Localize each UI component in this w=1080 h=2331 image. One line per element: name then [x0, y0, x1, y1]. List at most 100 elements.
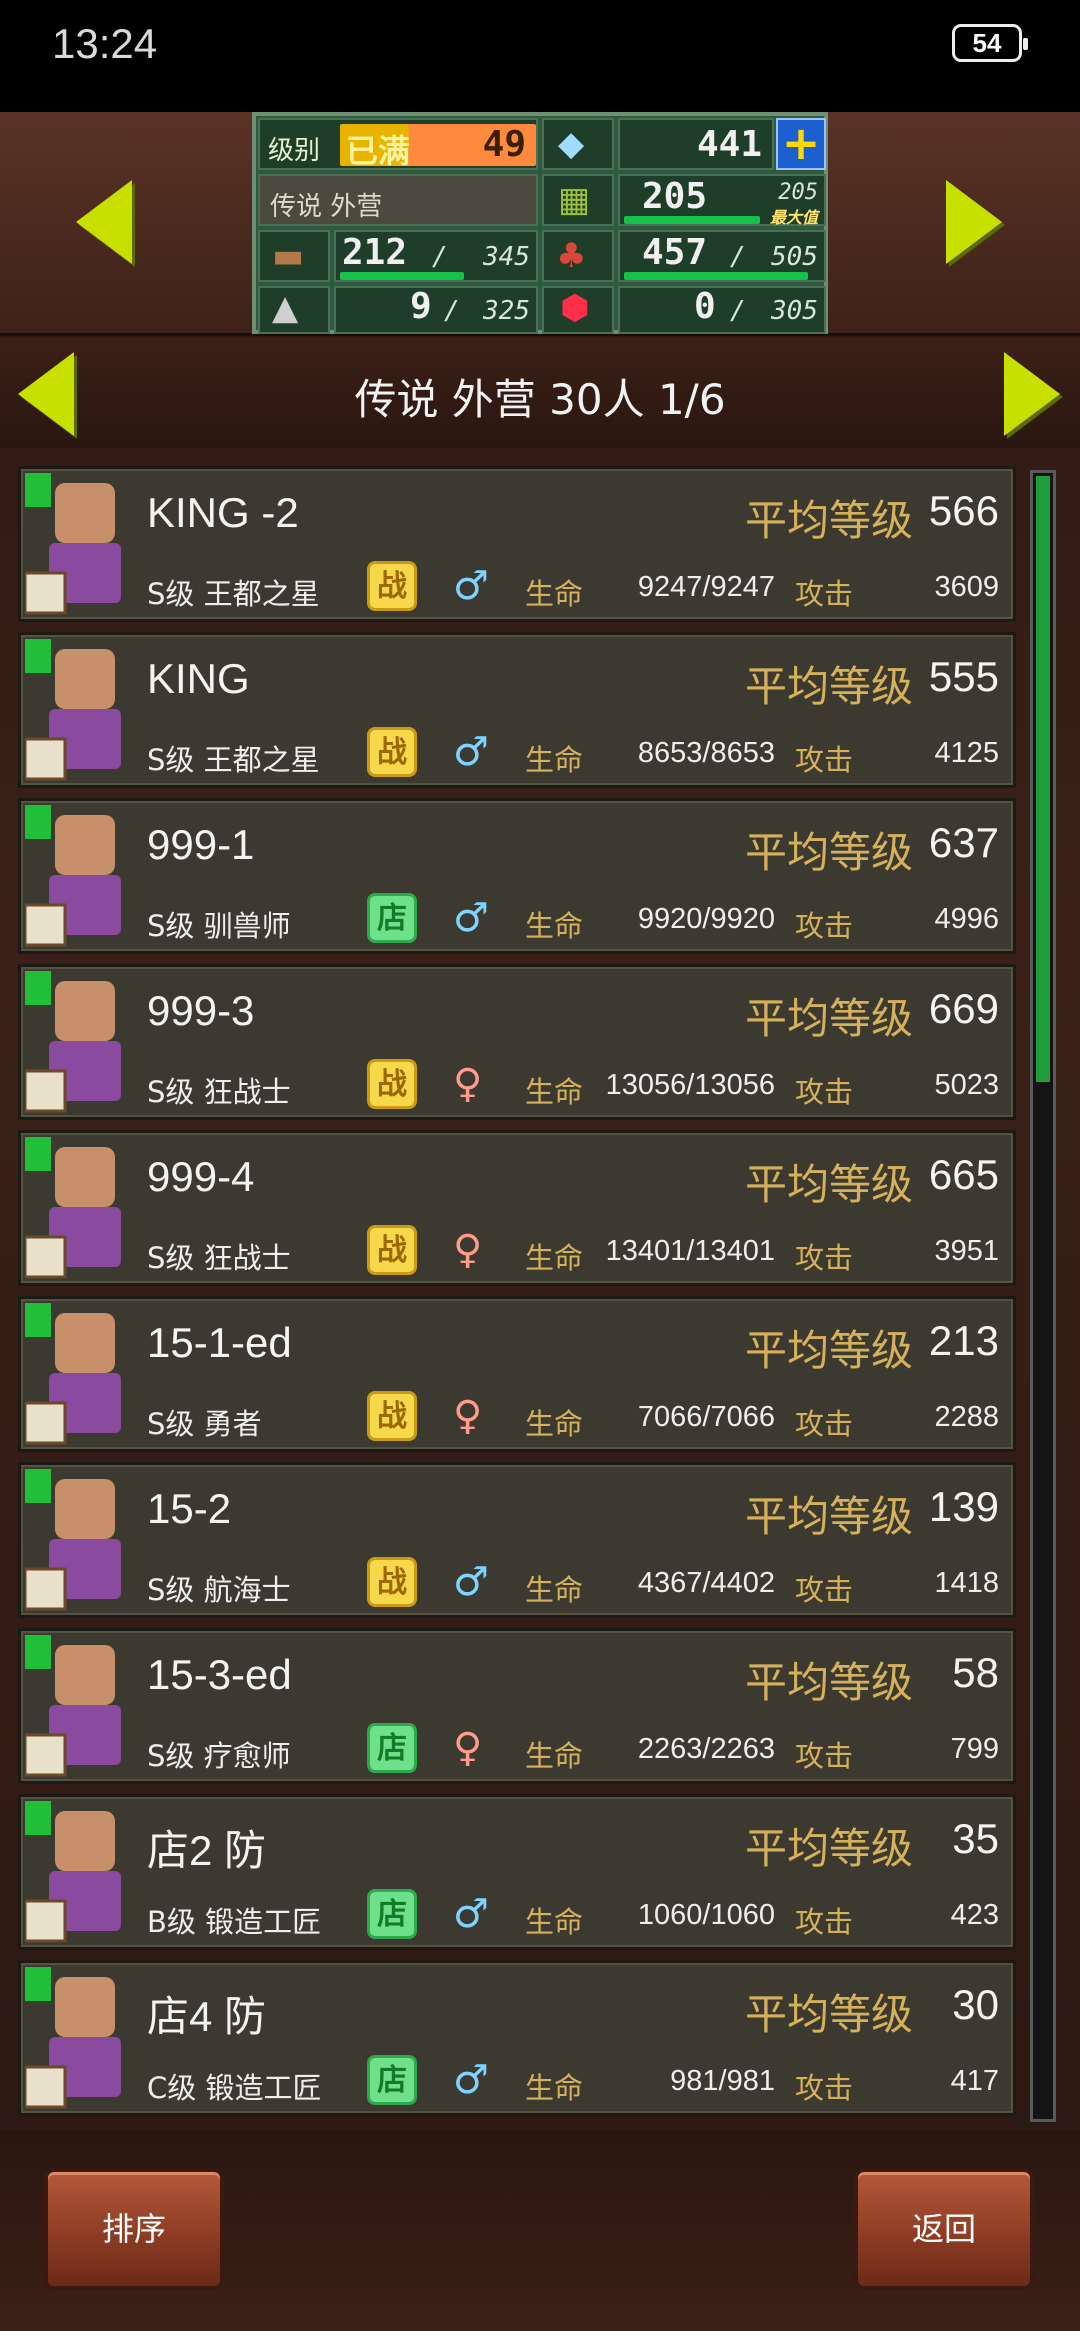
character-name: 999-3 — [147, 987, 255, 1034]
character-list[interactable]: KING -2 平均等级 566 S级 王都之星战 ♂ 生命 9247/9247 攻击 3609… — [18, 466, 1016, 2126]
avg-level-label: 平均等级 — [744, 828, 913, 877]
character-name: 店2 防 — [147, 1827, 267, 1874]
character-class: S级 狂战士 — [147, 1075, 291, 1109]
food-slash: / — [730, 242, 746, 272]
character-avatar-icon — [23, 473, 145, 619]
character-row[interactable]: 999-3 平均等级 669 S级 狂战士 战 ♀ 生命 13056/13056 攻击 5023 — [18, 964, 1016, 1120]
list-header: 传说 外营 30人 1/6 — [0, 338, 1080, 448]
grass-icon-cell: ▦ — [542, 174, 614, 226]
female-icon: ♀ — [453, 1227, 483, 1273]
hp-value: 9247/9247 — [637, 571, 775, 603]
role-badge: 店 — [367, 893, 417, 943]
attack-label: 攻击 — [795, 1407, 854, 1441]
avg-level-value: 213 — [928, 1317, 999, 1364]
avg-level-value: 566 — [928, 487, 999, 534]
wood-cell: 212 / 345 — [334, 230, 538, 282]
character-class: S级 疗愈师 — [147, 1739, 291, 1773]
ruby-icon: ⬢ — [560, 288, 590, 328]
character-name: 15-1-ed — [147, 1319, 292, 1366]
attack-value: 4996 — [934, 903, 999, 935]
attack-value: 2288 — [934, 1401, 999, 1433]
character-row[interactable]: 15-3-ed 平均等级 58 S级 疗愈师 店 ♀ 生命 2263/2263 攻击 799 — [18, 1628, 1016, 1784]
ore-max: 325 — [483, 296, 530, 326]
hp-value: 8653/8653 — [637, 737, 775, 769]
hp-label: 生命 — [525, 1905, 584, 1939]
avg-level-value: 35 — [952, 1815, 999, 1862]
next-list-arrow-icon[interactable] — [1004, 352, 1060, 436]
character-row[interactable]: 15-1-ed 平均等级 213 S级 勇者 战 ♀ 生命 7066/7066 攻击 2288 — [18, 1296, 1016, 1452]
attack-label: 攻击 — [795, 1739, 854, 1773]
grass-cell: 205 205 最大值 — [618, 174, 826, 227]
attack-value: 799 — [950, 1733, 999, 1765]
wood-bar — [340, 272, 464, 280]
wood-icon-cell: ▬ — [258, 230, 330, 282]
attack-label: 攻击 — [795, 2071, 854, 2105]
character-row[interactable]: KING 平均等级 555 S级 王都之星 战 ♂ 生命 8653/8653 攻击 4125 — [18, 632, 1016, 788]
avg-level-value: 139 — [928, 1483, 999, 1530]
character-row[interactable]: 999-4 平均等级 665 S级 狂战士 战 ♀ 生命 13401/13401 攻击 3951 — [18, 1130, 1016, 1286]
avg-level-value: 555 — [928, 653, 999, 700]
character-class: B级 锻造工匠 — [147, 1905, 322, 1939]
character-row[interactable]: 店4 防 平均等级 30 C级 锻造工匠 店 ♂ 生命 981/981 攻击 417 — [18, 1960, 1016, 2116]
food-value: 457 — [642, 232, 708, 273]
role-badge: 战 — [367, 1225, 417, 1275]
hp-value: 4367/4402 — [637, 1567, 775, 1599]
hp-label: 生命 — [525, 909, 584, 943]
scrollbar[interactable] — [1030, 470, 1056, 2122]
rank-cell: 级别 已满 49 — [258, 118, 538, 170]
role-badge: 战 — [367, 727, 417, 777]
avg-level-label: 平均等级 — [744, 1990, 913, 2039]
prev-page-arrow-icon[interactable] — [76, 180, 132, 264]
game-screen: 13:24 54 级别 已满 49 ◆ 441 + 传说 外营 ▦ 205 20… — [0, 0, 1080, 2331]
hp-label: 生命 — [525, 1739, 584, 1773]
scrollbar-thumb[interactable] — [1036, 476, 1050, 1082]
attack-label: 攻击 — [795, 909, 854, 943]
add-gems-button[interactable]: + — [776, 118, 826, 170]
avg-level-value: 669 — [928, 985, 999, 1032]
female-icon: ♀ — [453, 1725, 483, 1771]
avg-level-value: 637 — [928, 819, 999, 866]
character-row[interactable]: KING -2 平均等级 566 S级 王都之星 战 ♂ 生命 9247/9247 攻击 3609 — [18, 466, 1016, 622]
male-icon: ♂ — [453, 1891, 489, 1937]
gem-icon-cell: ◆ — [542, 118, 614, 170]
wood-log-icon: ▬ — [272, 236, 305, 276]
list-title: 传说 外营 30人 1/6 — [354, 375, 726, 424]
attack-value: 3609 — [934, 571, 999, 603]
food-icon-cell: ♣ — [542, 230, 614, 282]
hp-value: 1060/1060 — [637, 1899, 775, 1931]
hp-value: 981/981 — [670, 2065, 775, 2097]
resource-panel: 级别 已满 49 ◆ 441 + 传说 外营 ▦ 205 205 最大值 ▬ 2… — [252, 112, 828, 334]
grass-bar — [624, 216, 760, 224]
character-row[interactable]: 15-2 平均等级 139 S级 航海士 战 ♂ 生命 4367/4402 攻击 1418 — [18, 1462, 1016, 1618]
character-name: 999-4 — [147, 1153, 255, 1200]
female-icon: ♀ — [453, 1061, 483, 1107]
plus-icon: + — [781, 116, 821, 170]
female-icon: ♀ — [453, 1393, 483, 1439]
character-class: C级 锻造工匠 — [147, 2071, 322, 2105]
hp-value: 9920/9920 — [637, 903, 775, 935]
status-bar: 13:24 54 — [0, 0, 1080, 112]
attack-label: 攻击 — [795, 743, 854, 777]
avg-level-value: 30 — [952, 1981, 999, 2028]
character-avatar-icon — [23, 805, 145, 951]
role-badge: 店 — [367, 1889, 417, 1939]
back-button[interactable]: 返回 — [854, 2168, 1034, 2290]
character-row[interactable]: 店2 防 平均等级 35 B级 锻造工匠 店 ♂ 生命 1060/1060 攻击 423 — [18, 1794, 1016, 1950]
hp-value: 2263/2263 — [637, 1733, 775, 1765]
next-page-arrow-icon[interactable] — [946, 180, 1002, 264]
character-avatar-icon — [23, 1967, 145, 2113]
character-class: S级 王都之星 — [147, 577, 320, 611]
hp-label: 生命 — [525, 1573, 584, 1607]
character-name: KING -2 — [147, 489, 299, 536]
avg-level-label: 平均等级 — [744, 994, 913, 1043]
character-avatar-icon — [23, 1635, 145, 1781]
character-row[interactable]: 999-1 平均等级 637 S级 驯兽师 店 ♂ 生命 9920/9920 攻击 4996 — [18, 798, 1016, 954]
battery-icon: 54 — [952, 24, 1028, 62]
food-max: 505 — [771, 242, 818, 272]
attack-label: 攻击 — [795, 1573, 854, 1607]
food-icon: ♣ — [556, 236, 587, 276]
role-badge: 战 — [367, 1557, 417, 1607]
character-name: 15-2 — [147, 1485, 232, 1532]
sort-button[interactable]: 排序 — [44, 2168, 224, 2290]
role-badge: 战 — [367, 561, 417, 611]
